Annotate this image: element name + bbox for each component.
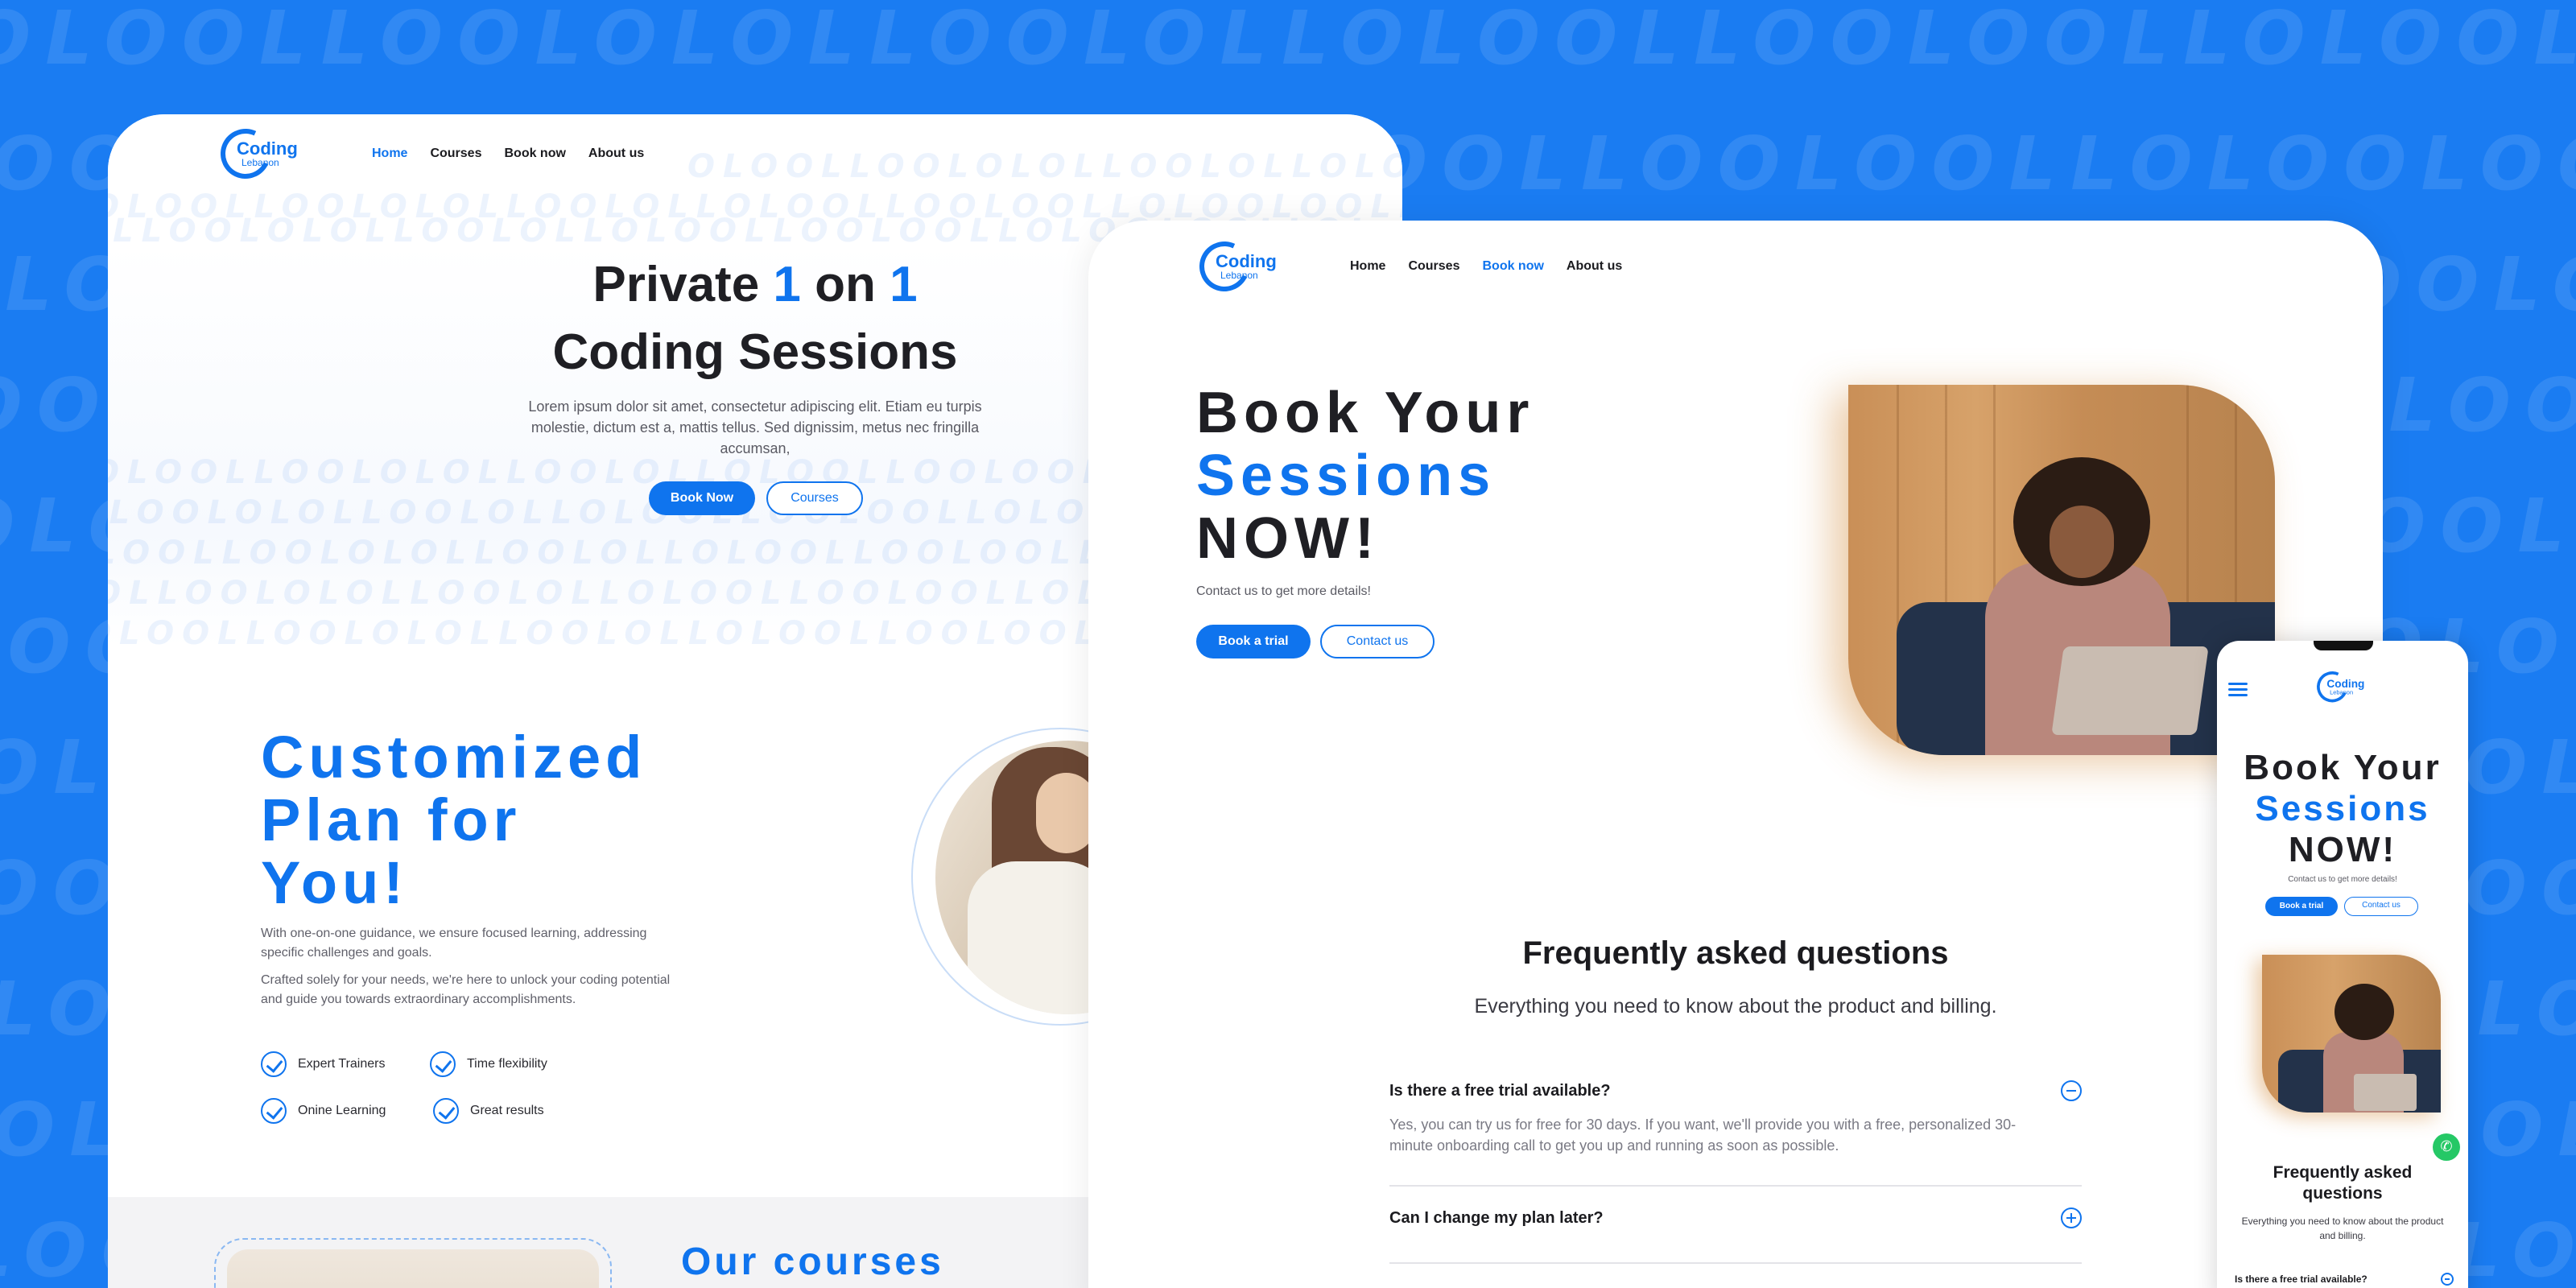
mobile-faq-title: Frequently asked questions — [2273, 1163, 2413, 1203]
title-line-highlight: Sessions — [1196, 444, 1496, 508]
logo-ring-icon — [2312, 667, 2352, 707]
nav-courses[interactable]: Courses — [1408, 259, 1459, 274]
title-line: Book Your — [2244, 748, 2442, 787]
logo-ring-icon — [1192, 234, 1257, 299]
faq-divider — [1389, 1262, 2082, 1264]
check-circle-icon — [433, 1098, 459, 1124]
courses-button[interactable]: Courses — [766, 481, 863, 515]
title-line: You! — [261, 849, 408, 916]
title-line: NOW! — [2288, 830, 2397, 869]
phone-notch — [2314, 641, 2373, 650]
course-card-photo — [227, 1249, 599, 1288]
faq-answer-1: Yes, you can try us for free for 30 days… — [1389, 1117, 2017, 1154]
nav-home[interactable]: Home — [1350, 259, 1385, 274]
course-card[interactable] — [214, 1238, 612, 1288]
nav-courses[interactable]: Courses — [430, 147, 481, 161]
logo[interactable]: Coding Lebanon — [1192, 234, 1277, 299]
feature-label: Great results — [470, 1104, 544, 1117]
logo[interactable]: Coding Lebanon — [213, 122, 298, 186]
logo[interactable]: Coding Lebanon — [2312, 667, 2364, 707]
title-line: Plan for — [261, 786, 522, 853]
plan-description-2: Crafted solely for your needs, we're her… — [261, 973, 671, 1006]
our-courses-title: Our courses — [681, 1241, 944, 1283]
book-trial-button[interactable]: Book a trial — [1196, 625, 1311, 658]
title-line: Book Your — [1196, 381, 1535, 445]
check-circle-icon — [261, 1051, 287, 1077]
logo-ring-icon — [213, 122, 278, 186]
contact-hint: Contact us to get more details! — [1196, 584, 1371, 598]
mobile-faq-subtitle: Everything you need to know about the pr… — [2241, 1216, 2444, 1241]
photo-face — [1036, 773, 1096, 853]
faq-title: Frequently asked questions — [1522, 935, 1949, 971]
main-nav: Home Courses Book now About us — [1350, 259, 1622, 274]
photo-face — [2050, 506, 2114, 578]
hero-description: Lorem ipsum dolor sit amet, consectetur … — [528, 398, 982, 456]
whatsapp-icon[interactable]: ✆ — [2433, 1133, 2460, 1161]
book-now-button[interactable]: Book Now — [649, 481, 755, 515]
faq-question-1[interactable]: Is there a free trial available? — [1389, 1082, 1611, 1100]
student-laptop-photo — [1848, 385, 2275, 755]
check-circle-icon — [430, 1051, 456, 1077]
nav-book-now[interactable]: Book now — [504, 147, 565, 161]
hero-title-number: 1 — [890, 257, 918, 312]
photo-hair — [2334, 984, 2394, 1040]
feature-label: Time flexibility — [467, 1057, 547, 1071]
photo-laptop — [2354, 1074, 2417, 1111]
nav-home[interactable]: Home — [372, 147, 407, 161]
faq-subtitle: Everything you need to know about the pr… — [1474, 995, 1997, 1018]
collapse-icon[interactable] — [2441, 1273, 2454, 1286]
hero-title-part: on — [800, 257, 890, 312]
mobile-mockup: Coding Lebanon Book Your Sessions NOW! C… — [2217, 641, 2468, 1288]
title-line-highlight: Sessions — [2255, 789, 2430, 828]
hamburger-menu-icon[interactable] — [2228, 683, 2248, 700]
feature-label: Expert Trainers — [298, 1057, 386, 1071]
feature-item: Expert Trainers — [261, 1051, 385, 1077]
title-line: Customized — [261, 724, 647, 791]
binary-pattern-row: OLOOLLOOLOLOLLOOLOLLOLOOLLOOLOOLLOLOOLOO… — [0, 0, 2576, 81]
hero-title-part: Private — [592, 257, 774, 312]
title-line: NOW! — [1196, 506, 1380, 571]
hero-title-number: 1 — [773, 257, 801, 312]
feature-item: Onine Learning — [261, 1098, 386, 1124]
mobile-book-trial-button[interactable]: Book a trial — [2265, 897, 2338, 916]
mobile-contact-us-button[interactable]: Contact us — [2344, 897, 2418, 916]
book-title: Book Your Sessions NOW! — [1196, 382, 1534, 570]
mobile-book-title: Book Your Sessions NOW! — [2217, 747, 2468, 870]
faq-question-2[interactable]: Can I change my plan later? — [1389, 1209, 1604, 1228]
contact-us-button[interactable]: Contact us — [1320, 625, 1435, 658]
feature-label: Onine Learning — [298, 1104, 386, 1117]
hero-binary-row: OLOOLLOOLOLOLLOOLOLLOLOOLLOOLOOLLOLOOLOO… — [687, 148, 1402, 185]
plan-description-1: With one-on-one guidance, we ensure focu… — [261, 927, 647, 960]
faq-divider — [1389, 1185, 2082, 1187]
mobile-contact-hint: Contact us to get more details! — [2288, 875, 2397, 884]
main-nav: Home Courses Book now About us — [372, 147, 644, 161]
expand-icon[interactable] — [2061, 1208, 2082, 1228]
mobile-faq-question-1[interactable]: Is there a free trial available? — [2235, 1274, 2368, 1285]
mobile-student-photo — [2262, 955, 2441, 1113]
nav-about-us[interactable]: About us — [588, 147, 644, 161]
nav-book-now[interactable]: Book now — [1482, 259, 1543, 274]
photo-laptop — [2051, 646, 2209, 735]
feature-item: Great results — [433, 1098, 544, 1124]
book-page-mockup: Coding Lebanon Home Courses Book now Abo… — [1088, 221, 2383, 1288]
check-circle-icon — [261, 1098, 287, 1124]
collapse-icon[interactable] — [2061, 1080, 2082, 1101]
feature-item: Time flexibility — [430, 1051, 547, 1077]
customized-plan-title: Customized Plan for You! — [261, 726, 646, 914]
nav-about-us[interactable]: About us — [1567, 259, 1622, 274]
